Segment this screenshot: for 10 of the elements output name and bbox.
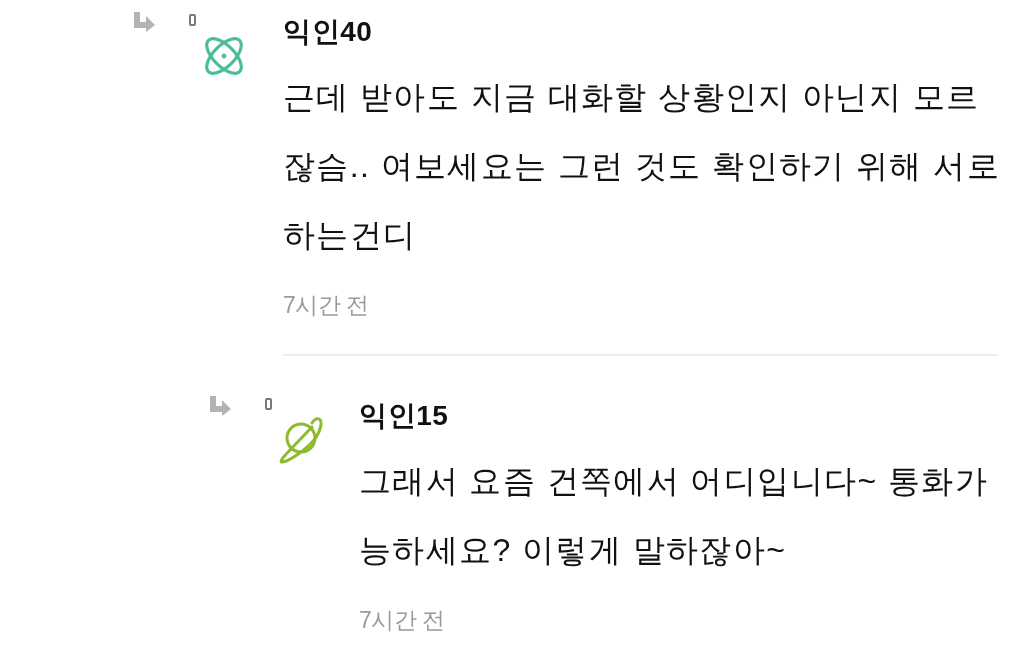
comment-body: 근데 받아도 지금 대화할 상황인지 아닌지 모르잖슴.. 여보세요는 그런 것도 확인하기 위해 서로 하는건디 [283, 78, 1001, 255]
comment-time: 7시간 전 [283, 291, 370, 320]
comment-author: 익인40 [283, 15, 374, 49]
rectangle-outline-icon [189, 14, 196, 26]
comment-time: 7시간 전 [359, 606, 446, 635]
comment-author: 익인15 [359, 399, 450, 433]
rectangle-outline-icon [265, 398, 272, 410]
comment-body: 그래서 요즘 건쪽에서 어디입니다~ 통화가 능하세요? 이렇게 말하잖아~ [359, 462, 990, 570]
reply-arrow-icon [133, 12, 155, 32]
reply-arrow-icon [209, 396, 231, 416]
